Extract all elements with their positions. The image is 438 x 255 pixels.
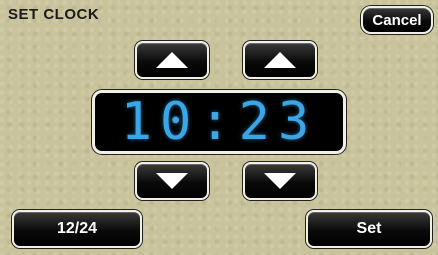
clock-settings-panel: SET CLOCK Cancel 10:23 12/24 Set [0, 0, 438, 255]
hour-up-button[interactable] [135, 41, 209, 79]
up-arrow-icon [264, 52, 296, 68]
12-24-hour-toggle-button[interactable]: 12/24 [12, 210, 142, 248]
minute-up-button[interactable] [243, 41, 317, 79]
hour-down-button[interactable] [135, 162, 209, 200]
set-button[interactable]: Set [306, 210, 432, 248]
down-arrow-icon [264, 173, 296, 189]
screen-title: SET CLOCK [8, 6, 100, 23]
down-arrow-icon [156, 173, 188, 189]
time-display: 10:23 [92, 90, 346, 154]
minute-down-button[interactable] [243, 162, 317, 200]
up-arrow-icon [156, 52, 188, 68]
cancel-button[interactable]: Cancel [361, 6, 433, 34]
time-readout: 10:23 [120, 92, 318, 152]
